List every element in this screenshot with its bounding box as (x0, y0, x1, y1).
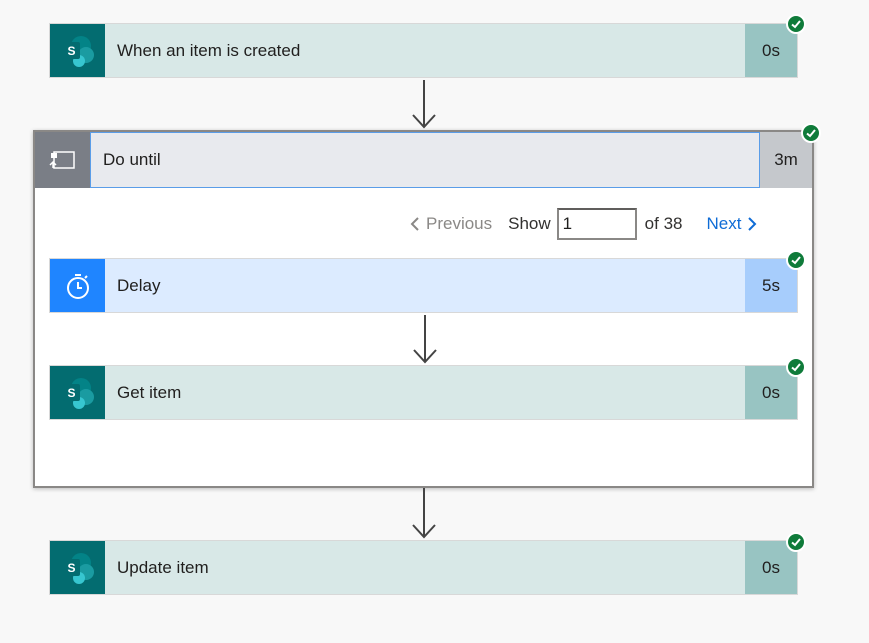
step-title: Delay (105, 259, 745, 312)
show-label: Show (508, 214, 551, 233)
sharepoint-icon: S (50, 24, 105, 77)
iteration-input[interactable] (556, 208, 637, 240)
sharepoint-icon: S (50, 541, 105, 594)
timer-icon (50, 259, 105, 312)
success-check-icon (801, 123, 821, 143)
iteration-pager: Previous Show of 38 Next (410, 205, 757, 243)
chevron-left-icon (410, 217, 419, 231)
success-check-icon (786, 14, 806, 34)
step-title: When an item is created (105, 24, 745, 77)
previous-label: Previous (426, 214, 493, 233)
do-until-header[interactable]: Do until 3m (35, 132, 812, 188)
sharepoint-icon: S (50, 366, 105, 419)
connector-arrow (413, 315, 437, 364)
next-button[interactable]: Next (706, 214, 757, 234)
success-check-icon (786, 532, 806, 552)
next-label: Next (706, 214, 742, 233)
step-get-item[interactable]: S Get item 0s (49, 365, 798, 420)
iteration-total: of 38 (644, 214, 683, 233)
success-check-icon (786, 250, 806, 270)
svg-text:S: S (67, 561, 75, 575)
success-check-icon (786, 357, 806, 377)
step-delay[interactable]: Delay 5s (49, 258, 798, 313)
step-title: Get item (105, 366, 745, 419)
step-title: Update item (105, 541, 745, 594)
previous-button[interactable]: Previous (410, 214, 492, 234)
svg-text:S: S (67, 44, 75, 58)
connector-arrow (412, 80, 436, 129)
step-title: Do until (90, 132, 760, 188)
step-when-item-created[interactable]: S When an item is created 0s (49, 23, 798, 78)
svg-text:S: S (67, 386, 75, 400)
connector-arrow (412, 488, 436, 539)
do-until-icon (35, 132, 90, 188)
chevron-right-icon (748, 217, 757, 231)
step-update-item[interactable]: S Update item 0s (49, 540, 798, 595)
